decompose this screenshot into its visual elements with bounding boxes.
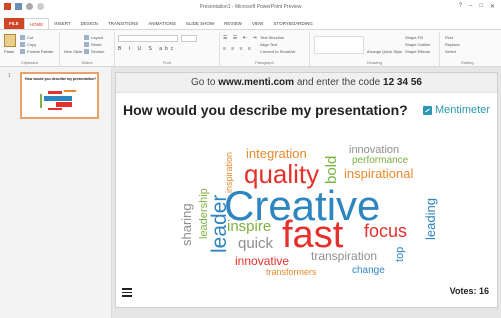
drawing-group: Arrange Quick Styles Shape Fill Shape Ou… [310, 32, 440, 66]
select-button[interactable]: Select [445, 49, 456, 54]
cut-button[interactable]: Cut [20, 35, 34, 41]
slide-thumbnail[interactable]: How would you describe my presentation? [20, 72, 99, 119]
word-performance: performance [352, 155, 409, 166]
smartart-button[interactable]: Convert to SmartArt [260, 49, 295, 54]
tab-review[interactable]: REVIEW [219, 18, 247, 29]
copy-label: Copy [27, 42, 37, 47]
find-button[interactable]: Find [445, 35, 453, 40]
slide-thumbnail-pane: 1 How would you describe my presentation… [0, 67, 112, 318]
tab-home[interactable]: HOME [23, 18, 50, 29]
tab-storyboarding[interactable]: STORYBOARDING [268, 18, 317, 29]
layout-button[interactable]: Layout [84, 35, 104, 41]
word-leading: leading [423, 198, 438, 240]
word-transpiration: transpiration [311, 249, 378, 263]
editing-group-label: Editing [461, 60, 474, 65]
font-group: B I U S abc Font [115, 32, 220, 66]
paste-icon[interactable] [4, 34, 16, 47]
reset-label: Reset [91, 42, 102, 47]
copy-button[interactable]: Copy [20, 42, 37, 48]
word-cloud: Creative fast quality focus leader integ… [116, 73, 497, 307]
clipboard-group: Paste Cut Copy Format Painter Clipboard [0, 32, 60, 66]
tab-slide-show[interactable]: SLIDE SHOW [181, 18, 219, 29]
window-title: Presentation1 - Microsoft PowerPoint Pre… [199, 4, 302, 10]
shapes-gallery[interactable] [314, 36, 364, 54]
reset-icon [84, 42, 89, 48]
layout-label: Layout [91, 35, 104, 40]
layout-icon [84, 35, 89, 41]
word-quick: quick [238, 235, 274, 252]
list-buttons[interactable]: ☰ ☰ ⇤ ⇥ [223, 35, 259, 41]
new-slide-button[interactable]: New Slide [64, 49, 82, 54]
editing-group: Find Replace Select Editing [440, 32, 495, 66]
clipboard-group-label: Clipboard [20, 60, 39, 65]
replace-button[interactable]: Replace [445, 42, 460, 47]
word-inspirational: inspirational [344, 166, 414, 181]
slides-group: New Slide Layout Reset Section Slides [60, 32, 115, 66]
section-button[interactable]: Section [84, 49, 105, 55]
tab-design[interactable]: DESIGN [76, 18, 103, 29]
paste-button[interactable]: Paste [4, 49, 14, 54]
shape-outline-button[interactable]: Shape Outline [405, 42, 430, 47]
align-text-button[interactable]: Align Text [260, 42, 277, 47]
tab-file[interactable]: FILE [4, 18, 24, 29]
copy-icon [20, 42, 25, 48]
word-quality: quality [244, 159, 320, 189]
paragraph-group-label: Paragraph [255, 60, 274, 65]
word-transformers: transformers [266, 267, 317, 277]
word-inspiration: inspiration [224, 151, 234, 193]
font-size-dropdown[interactable] [181, 35, 197, 42]
word-change: change [352, 265, 385, 276]
thumbnail-title: How would you describe my presentation? [25, 77, 97, 81]
reset-button[interactable]: Reset [84, 42, 102, 48]
arrange-button[interactable]: Arrange [367, 49, 381, 54]
format-painter-label: Format Painter [27, 49, 54, 54]
word-sharing: sharing [179, 203, 194, 246]
tab-animations[interactable]: ANIMATIONS [143, 18, 181, 29]
section-label: Section [91, 49, 105, 54]
cut-icon [20, 35, 25, 41]
tab-insert[interactable]: INSERT [49, 18, 75, 29]
quick-styles-button[interactable]: Quick Styles [382, 49, 402, 54]
paragraph-group: Text Direction Align Text Convert to Sma… [220, 32, 310, 66]
drawing-group-label: Drawing [367, 60, 382, 65]
word-top: top [394, 246, 406, 262]
format-painter-icon [20, 49, 25, 55]
word-innovative: innovative [235, 254, 290, 268]
title-bar: Presentation1 - Microsoft PowerPoint Pre… [0, 0, 501, 16]
slide-editing-area: Go to www.menti.com and enter the code 1… [112, 67, 501, 318]
word-bold: bold [323, 155, 340, 184]
slide-canvas[interactable]: Go to www.menti.com and enter the code 1… [115, 72, 498, 308]
tab-transitions[interactable]: TRANSITIONS [103, 18, 143, 29]
word-leadership: leadership [198, 188, 210, 239]
word-integration: integration [246, 146, 307, 161]
font-group-label: Font [162, 60, 171, 65]
word-inspire: inspire [227, 218, 272, 235]
close-button[interactable]: ✕ [490, 3, 495, 10]
font-format-buttons[interactable]: B I U S abc [118, 46, 176, 52]
maximize-button[interactable]: □ [479, 3, 483, 10]
thumbnail-word-cloud [40, 90, 76, 110]
help-icon[interactable]: ? [459, 3, 462, 10]
cut-label: Cut [27, 35, 34, 40]
shape-effects-button[interactable]: Shape Effects [405, 49, 430, 54]
align-buttons[interactable]: ≡ ≡ ≡ ≡ [223, 46, 253, 52]
tab-view[interactable]: VIEW [247, 18, 269, 29]
text-direction-button[interactable]: Text Direction [260, 35, 284, 40]
format-painter-button[interactable]: Format Painter [20, 49, 54, 55]
section-icon [84, 49, 89, 55]
menu-icon[interactable] [122, 288, 132, 297]
ribbon: Paste Cut Copy Format Painter Clipboard … [0, 29, 501, 67]
ribbon-tabs: FILE HOME INSERT DESIGN TRANSITIONS ANIM… [0, 16, 501, 29]
votes-count: Votes: 16 [449, 286, 489, 296]
minimize-button[interactable]: – [469, 3, 472, 10]
shape-fill-button[interactable]: Shape Fill [405, 35, 423, 40]
word-focus: focus [364, 221, 408, 241]
slide-number: 1 [8, 73, 11, 79]
slides-group-label: Slides [81, 60, 93, 65]
font-name-dropdown[interactable] [118, 35, 178, 42]
window-controls: ? – □ ✕ [459, 3, 495, 10]
